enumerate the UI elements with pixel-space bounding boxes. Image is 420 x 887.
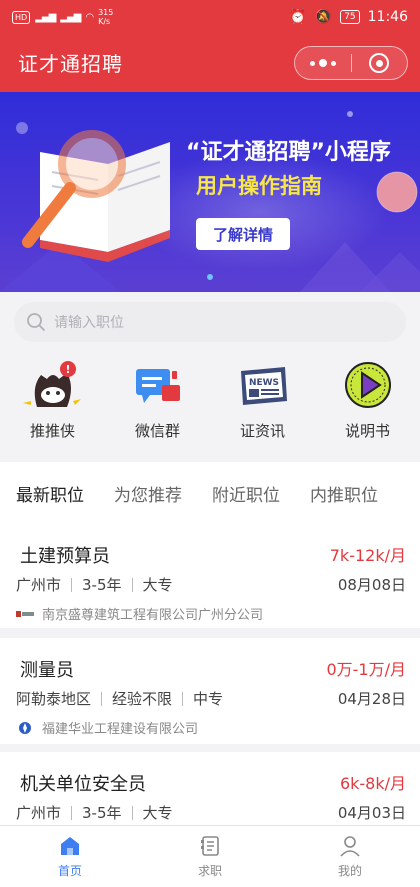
job-card[interactable]: 土建预算员 7k-12k/月 广州市 3-5年 大专 08月08日 南京盛尊建筑…	[0, 524, 420, 628]
meta-divider	[131, 577, 133, 592]
nav-label: 求职	[197, 864, 222, 878]
title-bar: 证才通招聘	[0, 34, 420, 92]
meta-divider	[101, 691, 103, 706]
quick-link-news[interactable]: NEWS 证资讯	[210, 356, 315, 456]
nav-label: 我的	[337, 864, 362, 878]
job-education: 中专	[193, 690, 224, 708]
meta-divider	[182, 691, 184, 706]
quick-link-manual[interactable]: 说明书	[315, 356, 420, 456]
job-company: 福建华业工程建设有限公司	[16, 718, 198, 737]
close-target-icon	[369, 53, 390, 73]
home-icon	[61, 837, 79, 855]
job-date: 08月08日	[337, 576, 406, 594]
job-title: 测量员	[20, 660, 74, 681]
job-meta: 广州市 3-5年 大专	[16, 802, 173, 823]
carousel-indicator[interactable]	[207, 274, 213, 280]
tab-latest-jobs[interactable]: 最新职位	[16, 481, 84, 506]
nav-label: 首页	[57, 864, 82, 878]
quick-link-label: 说明书	[344, 422, 390, 440]
company-name: 南京盛尊建筑工程有限公司广州分公司	[42, 608, 264, 623]
close-miniprogram-button[interactable]	[351, 47, 407, 79]
signal-icon: ▂▄▆	[35, 11, 56, 23]
more-dot-icon	[330, 60, 336, 66]
mascot-notification-icon: !	[22, 356, 83, 414]
more-button[interactable]	[295, 47, 351, 79]
network-speed: 315 K/s	[98, 8, 113, 26]
nav-profile[interactable]: 我的	[280, 826, 420, 887]
job-tabs: 最新职位 为您推荐 附近职位 内推职位	[0, 462, 420, 524]
signal-icon: ▂▄▆	[60, 11, 81, 23]
hd-badge: HD	[12, 10, 31, 24]
job-location: 阿勒泰地区	[16, 690, 92, 708]
company-name: 福建华业工程建设有限公司	[42, 722, 199, 737]
job-experience: 3-5年	[82, 576, 122, 594]
company-logo-icon	[16, 721, 34, 735]
tab-referral[interactable]: 内推职位	[310, 481, 378, 506]
app-screen: HD ▂▄▆ ▂▄▆ ◠ 315 K/s ⏰ 🔕 75 11:46 证才通招聘	[0, 0, 420, 887]
quick-link-label: 证资讯	[239, 422, 285, 440]
company-logo-icon	[16, 607, 34, 621]
user-icon	[340, 836, 360, 857]
job-title: 机关单位安全员	[20, 774, 146, 795]
job-location: 广州市	[16, 804, 62, 822]
resume-icon	[201, 836, 219, 856]
job-education: 大专	[142, 804, 173, 822]
status-right: ⏰ 🔕 75 11:46	[289, 9, 408, 25]
promo-banner[interactable]: “证才通招聘”小程序 用户操作指南 了解详情	[0, 92, 420, 292]
status-bar: HD ▂▄▆ ▂▄▆ ◠ 315 K/s ⏰ 🔕 75 11:46	[0, 0, 420, 34]
miniprogram-capsule	[294, 46, 408, 80]
page-title: 证才通招聘	[18, 52, 123, 76]
search-bar[interactable]: 请输入职位	[14, 302, 406, 342]
status-left: HD ▂▄▆ ▂▄▆ ◠ 315 K/s	[12, 8, 113, 26]
battery-icon: 75	[340, 10, 360, 24]
job-date: 04月03日	[337, 804, 406, 822]
network-speed-value: 315	[98, 8, 114, 17]
play-manual-icon	[338, 356, 398, 414]
quick-link-label: 推推侠	[29, 422, 75, 440]
job-location: 广州市	[16, 576, 62, 594]
job-company: 南京盛尊建筑工程有限公司广州分公司	[16, 604, 263, 623]
clock: 11:46	[367, 9, 408, 25]
job-card[interactable]: 机关单位安全员 6k-8k/月 广州市 3-5年 大专 04月03日	[0, 752, 420, 832]
job-meta: 广州市 3-5年 大专	[16, 574, 173, 595]
nav-home[interactable]: 首页	[0, 826, 140, 887]
quick-link-label: 微信群	[134, 422, 180, 440]
quick-links: ! 推推侠 微信群 NEWS 证资讯 说明书	[0, 356, 420, 456]
nav-job-seeking[interactable]: 求职	[140, 826, 280, 887]
bottom-nav: 首页 求职 我的	[0, 825, 420, 887]
job-experience: 经验不限	[112, 690, 173, 708]
job-experience: 3-5年	[82, 804, 122, 822]
wifi-icon: ◠	[85, 11, 94, 23]
job-meta: 阿勒泰地区 经验不限 中专	[16, 688, 223, 709]
chat-group-icon	[128, 356, 188, 414]
mute-icon: 🔕	[314, 9, 333, 25]
quick-link-wechat-group[interactable]: 微信群	[105, 356, 210, 456]
quick-link-tuituixia[interactable]: ! 推推侠	[0, 356, 105, 456]
news-icon: NEWS	[233, 356, 293, 414]
search-icon	[27, 313, 45, 331]
more-dot-icon	[309, 60, 315, 66]
alarm-icon: ⏰	[289, 9, 307, 25]
meta-divider	[131, 805, 133, 820]
network-speed-unit: K/s	[98, 17, 111, 26]
meta-divider	[71, 577, 73, 592]
banner-headline: “证才通招聘”小程序	[186, 140, 391, 165]
more-dot-icon	[318, 59, 327, 67]
job-salary: 7k-12k/月	[329, 546, 406, 565]
job-date: 04月28日	[337, 690, 406, 708]
tab-recommended[interactable]: 为您推荐	[114, 481, 182, 506]
banner-subheadline: 用户操作指南	[196, 174, 322, 198]
svg-text:!: !	[65, 363, 70, 376]
tab-nearby[interactable]: 附近职位	[212, 481, 280, 506]
search-input[interactable]: 请输入职位	[54, 312, 124, 332]
job-salary: 0万-1万/月	[326, 660, 406, 679]
meta-divider	[71, 805, 73, 820]
job-card[interactable]: 测量员 0万-1万/月 阿勒泰地区 经验不限 中专 04月28日 福建华业工程建…	[0, 638, 420, 744]
job-title: 土建预算员	[20, 546, 110, 567]
svg-text:NEWS: NEWS	[248, 378, 278, 388]
job-education: 大专	[142, 576, 173, 594]
job-salary: 6k-8k/月	[339, 774, 406, 793]
banner-learn-more-button[interactable]: 了解详情	[196, 218, 290, 250]
